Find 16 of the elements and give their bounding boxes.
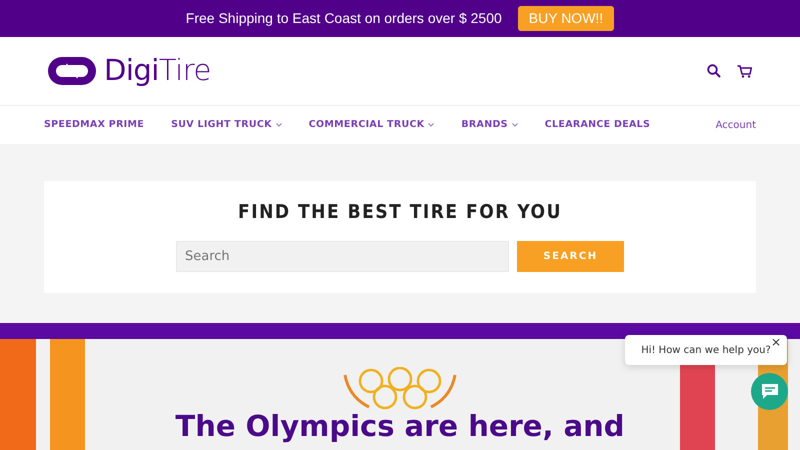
search-field[interactable]: Search [176, 240, 509, 272]
announcement-text: Free Shipping to East Coast on orders over $ 2500 [186, 9, 502, 28]
logo-text[interactable]: DigiTire [104, 49, 211, 93]
account-link[interactable]: Account [716, 118, 756, 132]
nav-link[interactable]: BRANDS [461, 118, 518, 132]
nav-link[interactable]: COMMERCIAL TRUCK [308, 118, 434, 132]
logo-icon [48, 55, 96, 87]
search-icon[interactable] [707, 64, 721, 78]
hero-headline: The Olympics are here, and [174, 411, 626, 443]
chat-message: Hi! How can we help you? [641, 344, 771, 358]
search-heading: FIND THE BEST TIRE FOR YOU [238, 201, 562, 224]
chat-icon [760, 383, 778, 400]
nav-link[interactable]: CLEARANCE DEALS [544, 118, 650, 132]
nav-link[interactable]: SPEEDMAX PRIME [44, 118, 144, 132]
nav-link[interactable]: SUV LIGHT TRUCK [171, 118, 282, 132]
cart-icon[interactable] [737, 64, 752, 78]
